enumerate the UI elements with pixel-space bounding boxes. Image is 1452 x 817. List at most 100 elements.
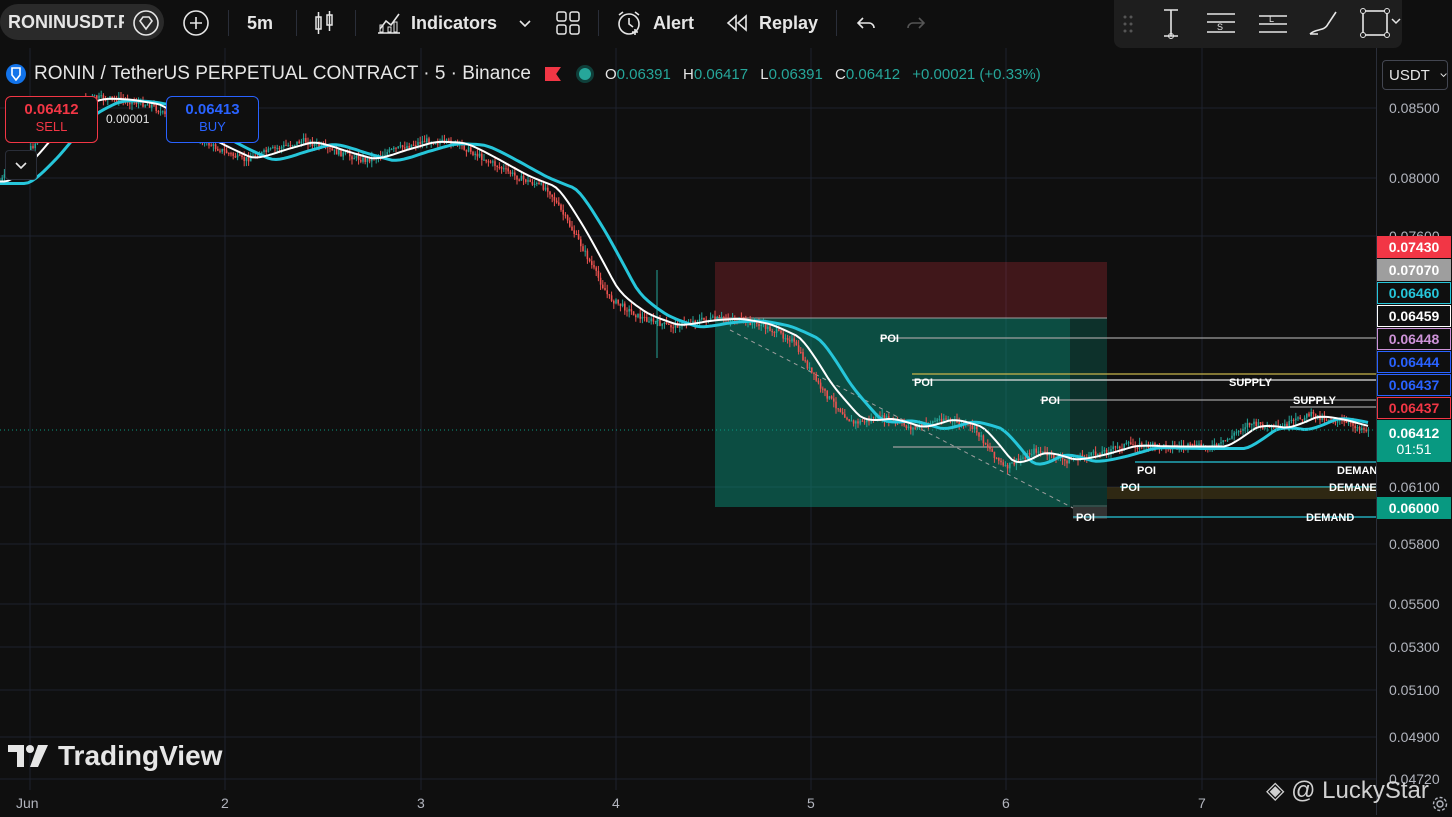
poi-label: POI bbox=[1137, 465, 1156, 477]
currency-select[interactable]: USDT bbox=[1382, 60, 1448, 90]
candle-body bbox=[551, 194, 553, 197]
candle-body bbox=[146, 104, 149, 106]
time-tick: 2 bbox=[221, 795, 229, 811]
buy-price: 0.06413 bbox=[185, 101, 240, 118]
candle-body bbox=[443, 139, 446, 141]
spread-value: 0.00001 bbox=[106, 112, 150, 126]
add-symbol-icon[interactable] bbox=[182, 0, 210, 46]
layout-grid-icon[interactable] bbox=[555, 0, 581, 46]
diamond-icon[interactable] bbox=[132, 0, 160, 46]
price-tick: 0.05300 bbox=[1389, 639, 1440, 655]
flag-icon[interactable] bbox=[544, 67, 561, 81]
candle-body bbox=[555, 200, 558, 203]
candle-body bbox=[408, 145, 410, 148]
candle-body bbox=[366, 157, 369, 162]
candle-body bbox=[1009, 462, 1011, 469]
price-label[interactable]: 0.06412 01:51 bbox=[1377, 420, 1451, 462]
price-label[interactable]: 0.06460 bbox=[1377, 282, 1451, 304]
candle-body bbox=[214, 144, 217, 149]
candle-body bbox=[980, 435, 982, 437]
candle-body bbox=[1290, 419, 1293, 422]
svg-text:S: S bbox=[1217, 22, 1223, 32]
candle-body bbox=[982, 435, 985, 444]
price-change: +0.00021 (+0.33%) bbox=[912, 65, 1041, 83]
candle-body bbox=[1022, 457, 1024, 459]
supply-label: SUPPLY bbox=[1229, 377, 1273, 389]
chart-legend: RONIN / TetherUS PERPETUAL CONTRACT · 5 … bbox=[6, 62, 1049, 86]
vertical-measure-icon[interactable] bbox=[1154, 6, 1188, 45]
undo-icon[interactable] bbox=[855, 0, 877, 46]
drag-handle-icon[interactable] bbox=[1122, 14, 1134, 39]
alert-button[interactable]: Alert bbox=[615, 0, 694, 46]
price-label[interactable]: 0.06000 bbox=[1377, 497, 1451, 519]
candle-body bbox=[305, 138, 307, 143]
candle-body bbox=[945, 418, 947, 420]
candle-body bbox=[507, 168, 509, 172]
candle-body bbox=[492, 161, 494, 163]
collapse-legend-button[interactable] bbox=[5, 150, 37, 180]
candle-body bbox=[610, 295, 613, 301]
interval-button[interactable]: 5m bbox=[247, 0, 273, 46]
candle-body bbox=[474, 153, 476, 156]
binance-diamond-icon: ◈ bbox=[1266, 777, 1285, 804]
indicators-button[interactable]: Indicators bbox=[375, 0, 497, 46]
poi-label: POI bbox=[914, 377, 933, 389]
candle-body bbox=[857, 421, 859, 424]
candle-body bbox=[665, 322, 668, 324]
candle-body bbox=[670, 324, 672, 328]
chevron-down-icon[interactable] bbox=[518, 0, 532, 46]
candle-body bbox=[1039, 451, 1042, 453]
candle-body bbox=[826, 390, 828, 399]
candle-body bbox=[500, 167, 503, 169]
price-label[interactable]: 0.06459 bbox=[1377, 305, 1451, 327]
candle-body bbox=[907, 426, 910, 429]
candle-body bbox=[635, 315, 637, 318]
rectangle-tool-icon[interactable] bbox=[1358, 6, 1392, 45]
level-tool-icon[interactable]: L bbox=[1256, 6, 1290, 45]
candle-body bbox=[793, 338, 795, 342]
candle-body bbox=[421, 141, 424, 144]
candle-body bbox=[287, 145, 289, 147]
chevron-down-icon[interactable] bbox=[1390, 14, 1402, 32]
symbol-name[interactable]: RONINUSDT.P bbox=[8, 4, 124, 40]
price-label[interactable]: 0.06437 bbox=[1377, 374, 1451, 396]
sell-button[interactable]: 0.06412 SELL bbox=[5, 96, 98, 143]
candle-body bbox=[771, 330, 773, 333]
candle-body bbox=[778, 329, 780, 331]
price-label[interactable]: 0.06437 bbox=[1377, 397, 1451, 419]
candle-body bbox=[1257, 422, 1260, 427]
buy-label: BUY bbox=[199, 119, 226, 134]
candle-body bbox=[353, 158, 355, 160]
candle-body bbox=[855, 421, 857, 424]
replay-button[interactable]: Replay bbox=[725, 0, 818, 46]
candle-body bbox=[936, 419, 938, 422]
candle-body bbox=[624, 303, 626, 311]
drawing-toolbar: S L bbox=[1114, 0, 1402, 48]
candle-body bbox=[159, 111, 162, 113]
candle-type-icon[interactable] bbox=[312, 0, 336, 46]
price-label[interactable]: 0.07070 bbox=[1377, 259, 1451, 281]
redo-icon[interactable] bbox=[905, 0, 927, 46]
candle-body bbox=[417, 142, 419, 146]
price-label[interactable]: 0.06444 bbox=[1377, 351, 1451, 373]
candle-body bbox=[584, 250, 586, 252]
candle-body bbox=[817, 380, 820, 383]
candle-body bbox=[914, 427, 916, 429]
sell-price: 0.06412 bbox=[24, 101, 79, 118]
price-label[interactable]: 0.07430 bbox=[1377, 236, 1451, 258]
candle-body bbox=[822, 388, 824, 390]
candle-body bbox=[621, 303, 624, 307]
candle-body bbox=[1191, 443, 1194, 445]
candle-body bbox=[1044, 451, 1046, 453]
rewind-icon bbox=[726, 14, 747, 32]
settings-gear-icon[interactable] bbox=[1432, 796, 1448, 817]
tradingview-logo[interactable]: TradingView bbox=[8, 740, 222, 772]
price-label[interactable]: 0.06448 bbox=[1377, 328, 1451, 350]
price-chart[interactable]: POI POI POI POI POI POI SUPPLY SUPPLY DEMAN DEMAN… bbox=[0, 48, 1376, 815]
brush-icon[interactable] bbox=[1306, 6, 1340, 45]
symbol-title[interactable]: RONIN / TetherUS PERPETUAL CONTRACT · 5 … bbox=[34, 63, 531, 85]
buy-button[interactable]: 0.06413 BUY bbox=[166, 96, 259, 143]
candle-body bbox=[1004, 465, 1007, 467]
supply-tool-icon[interactable]: S bbox=[1204, 6, 1238, 45]
candle-body bbox=[148, 104, 151, 108]
